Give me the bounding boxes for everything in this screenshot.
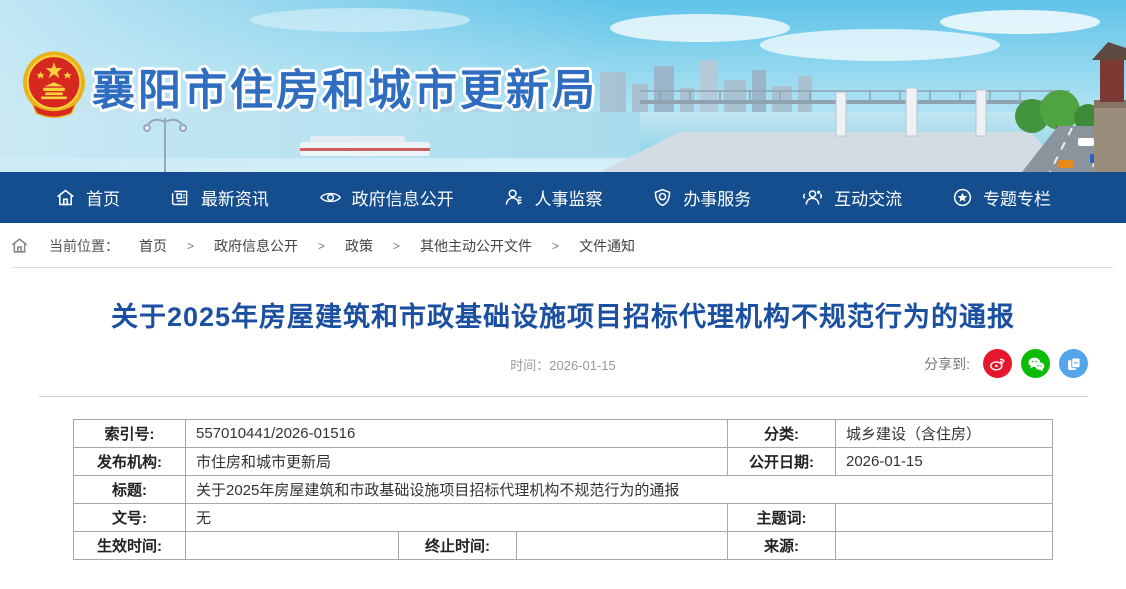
table-row: 索引号: 557010441/2026-01516 分类: 城乡建设（含住房） [74, 420, 1053, 448]
nav-item-services[interactable]: 办事服务 [652, 185, 751, 210]
publish-date-value: 2026-01-15 [836, 448, 1053, 476]
title-divider [39, 396, 1088, 397]
source-label: 来源: [728, 532, 836, 560]
banner: 襄阳市住房和城市更新局 [0, 0, 1126, 172]
star-circle-icon [952, 187, 973, 208]
category-value: 城乡建设（含住房） [836, 420, 1053, 448]
table-row: 生效时间: 终止时间: 来源: [74, 532, 1053, 560]
nav-item-gov-info[interactable]: 政府信息公开 [319, 185, 454, 210]
title-value: 关于2025年房屋建筑和市政基础设施项目招标代理机构不规范行为的通报 [186, 476, 1053, 504]
share-label: 分享到: [924, 354, 970, 374]
effective-date-label: 生效时间: [74, 532, 186, 560]
breadcrumb-item-gov-info[interactable]: 政府信息公开 [214, 236, 298, 256]
nav-label: 政府信息公开 [352, 185, 454, 210]
expiry-date-value [517, 532, 728, 560]
title-label: 标题: [74, 476, 186, 504]
nav-label: 首页 [86, 185, 120, 210]
breadcrumb-separator: > [552, 239, 559, 253]
nav-item-home[interactable]: 首页 [55, 185, 120, 210]
index-number-value: 557010441/2026-01516 [186, 420, 728, 448]
page: 襄阳市住房和城市更新局 首页 最新资讯 政府信息公开 [0, 0, 1126, 589]
breadcrumb-divider [13, 267, 1113, 268]
table-row: 文号: 无 主题词: [74, 504, 1053, 532]
breadcrumb-item-notices[interactable]: 文件通知 [579, 236, 635, 256]
table-row: 发布机构: 市住房和城市更新局 公开日期: 2026-01-15 [74, 448, 1053, 476]
breadcrumb-separator: > [393, 239, 400, 253]
nav-item-interaction[interactable]: 互动交流 [801, 185, 902, 210]
wechat-share-icon[interactable] [1021, 349, 1050, 378]
publish-date-label: 公开日期: [728, 448, 836, 476]
main-nav: 首页 最新资讯 政府信息公开 人事监察 [0, 172, 1126, 223]
home-icon [55, 187, 76, 208]
share-bar: 分享到: [924, 349, 1088, 378]
site-title: 襄阳市住房和城市更新局 [92, 56, 598, 118]
copy-link-share-icon[interactable] [1059, 349, 1088, 378]
category-label: 分类: [728, 420, 836, 448]
breadcrumb: 当前位置： 首页 > 政府信息公开 > 政策 > 其他主动公开文件 > 文件通知 [0, 223, 1126, 268]
breadcrumb-separator: > [318, 239, 325, 253]
nav-label: 人事监察 [534, 185, 602, 210]
effective-date-value [186, 532, 399, 560]
shield-icon [652, 187, 673, 208]
breadcrumb-label: 当前位置： [49, 236, 119, 256]
person-icon [503, 187, 524, 208]
nav-item-special[interactable]: 专题专栏 [952, 185, 1051, 210]
article-title: 关于2025年房屋建筑和市政基础设施项目招标代理机构不规范行为的通报 [0, 295, 1126, 334]
nav-label: 互动交流 [834, 185, 902, 210]
breadcrumb-item-policy[interactable]: 政策 [345, 236, 373, 256]
nav-label: 办事服务 [683, 185, 751, 210]
news-icon [170, 187, 191, 208]
document-meta-table: 索引号: 557010441/2026-01516 分类: 城乡建设（含住房） … [73, 419, 1053, 560]
keywords-label: 主题词: [728, 504, 836, 532]
doc-number-value: 无 [186, 504, 728, 532]
breadcrumb-item-other-docs[interactable]: 其他主动公开文件 [420, 236, 532, 256]
nav-label: 最新资讯 [201, 185, 269, 210]
publisher-label: 发布机构: [74, 448, 186, 476]
source-value [836, 532, 1053, 560]
expiry-date-label: 终止时间: [399, 532, 517, 560]
breadcrumb-item-home[interactable]: 首页 [139, 236, 167, 256]
home-icon [10, 236, 29, 255]
weibo-share-icon[interactable] [983, 349, 1012, 378]
publisher-value: 市住房和城市更新局 [186, 448, 728, 476]
index-number-label: 索引号: [74, 420, 186, 448]
table-row: 标题: 关于2025年房屋建筑和市政基础设施项目招标代理机构不规范行为的通报 [74, 476, 1053, 504]
nav-item-personnel[interactable]: 人事监察 [503, 185, 602, 210]
nav-label: 专题专栏 [983, 185, 1051, 210]
national-emblem-icon [20, 50, 88, 120]
doc-number-label: 文号: [74, 504, 186, 532]
eye-icon [319, 187, 342, 208]
nav-item-news[interactable]: 最新资讯 [170, 185, 269, 210]
keywords-value [836, 504, 1053, 532]
people-chat-icon [801, 187, 824, 208]
breadcrumb-separator: > [187, 239, 194, 253]
